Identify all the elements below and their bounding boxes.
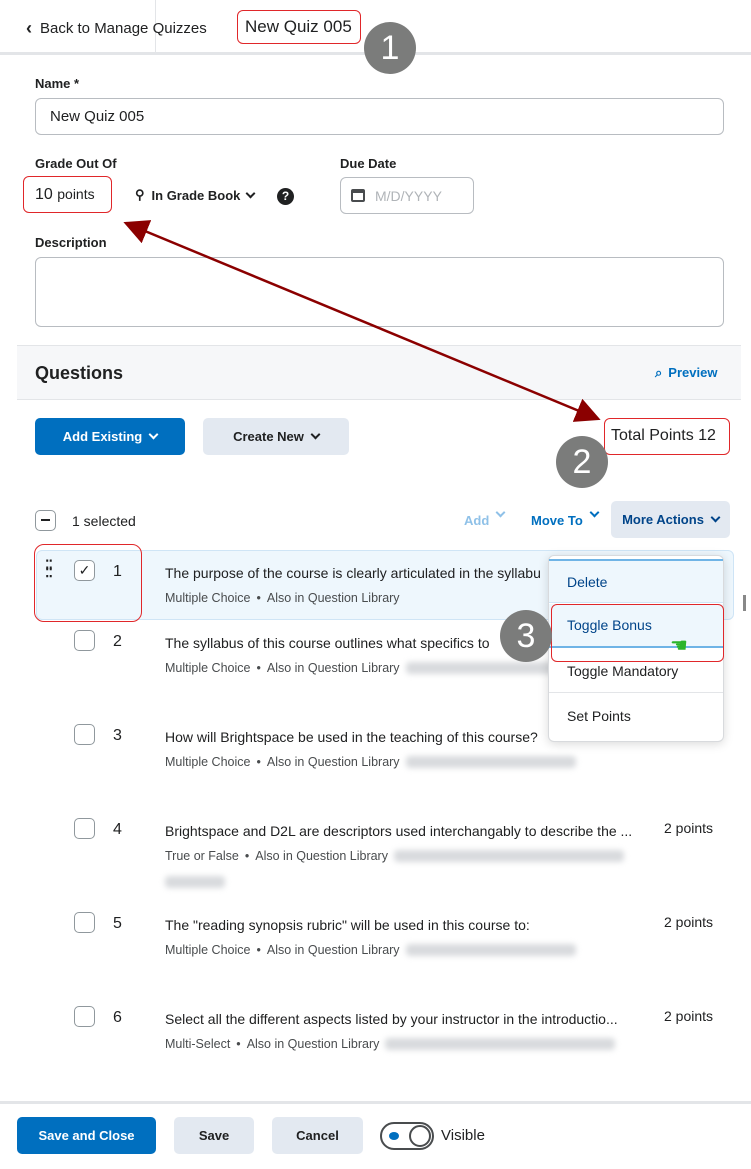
question-meta: Multiple Choice • Also in Question Library: [165, 661, 576, 675]
save-button[interactable]: Save: [174, 1117, 254, 1154]
more-actions-button[interactable]: More Actions: [611, 501, 730, 538]
question-points: 2 points: [664, 820, 714, 836]
question-points: 2 points: [664, 1008, 714, 1024]
question-number: 3: [113, 727, 122, 744]
question-title[interactable]: Brightspace and D2L are descriptors used…: [165, 823, 632, 839]
question-meta: Multiple Choice • Also in Question Library: [165, 943, 576, 957]
annotation-box: [34, 544, 142, 622]
question-number: 5: [113, 915, 122, 932]
question-number: 2: [113, 633, 122, 650]
question-title[interactable]: Select all the different aspects listed …: [165, 1011, 618, 1027]
annotation-box: [551, 604, 724, 662]
blurred-text: [385, 1038, 616, 1050]
visible-toggle[interactable]: [380, 1122, 434, 1150]
move-to-dropdown[interactable]: Move To: [531, 507, 600, 528]
question-number: 6: [113, 1009, 122, 1026]
select-all-checkbox[interactable]: [35, 510, 56, 531]
question-checkbox[interactable]: [74, 1006, 95, 1027]
cancel-button[interactable]: Cancel: [272, 1117, 363, 1154]
question-checkbox[interactable]: [74, 724, 95, 745]
blurred-text: [405, 944, 576, 956]
menu-item-set-points[interactable]: Set Points: [549, 694, 723, 738]
question-title[interactable]: The purpose of the course is clearly art…: [165, 565, 541, 581]
eye-icon: [389, 1132, 399, 1140]
question-checkbox[interactable]: [74, 818, 95, 839]
annotation-badge-3: 3: [500, 610, 552, 662]
selected-count: 1 selected: [72, 513, 136, 529]
question-title[interactable]: The "reading synopsis rubric" will be us…: [165, 917, 530, 933]
question-title[interactable]: How will Brightspace be used in the teac…: [165, 729, 538, 745]
question-number: 4: [113, 821, 122, 838]
menu-item-delete[interactable]: Delete: [549, 559, 723, 603]
question-meta: Multiple Choice • Also in Question Library: [165, 755, 576, 769]
question-meta: Multi-Select • Also in Question Library: [165, 1037, 616, 1051]
add-dropdown[interactable]: Add: [464, 507, 506, 528]
blurred-text: [393, 850, 624, 862]
blurred-text: [405, 756, 576, 768]
blurred-text: [165, 876, 225, 888]
question-points: 2 points: [664, 914, 714, 930]
save-and-close-button[interactable]: Save and Close: [17, 1117, 156, 1154]
question-meta: Multiple Choice • Also in Question Library: [165, 591, 400, 605]
visible-label: Visible: [441, 1127, 485, 1144]
question-meta: True or False • Also in Question Library: [165, 849, 624, 863]
question-checkbox[interactable]: [74, 912, 95, 933]
question-checkbox[interactable]: [74, 630, 95, 651]
scrollbar[interactable]: [743, 595, 746, 611]
hand-cursor-icon: ☚: [670, 635, 688, 657]
question-title[interactable]: The syllabus of this course outlines wha…: [165, 635, 490, 651]
